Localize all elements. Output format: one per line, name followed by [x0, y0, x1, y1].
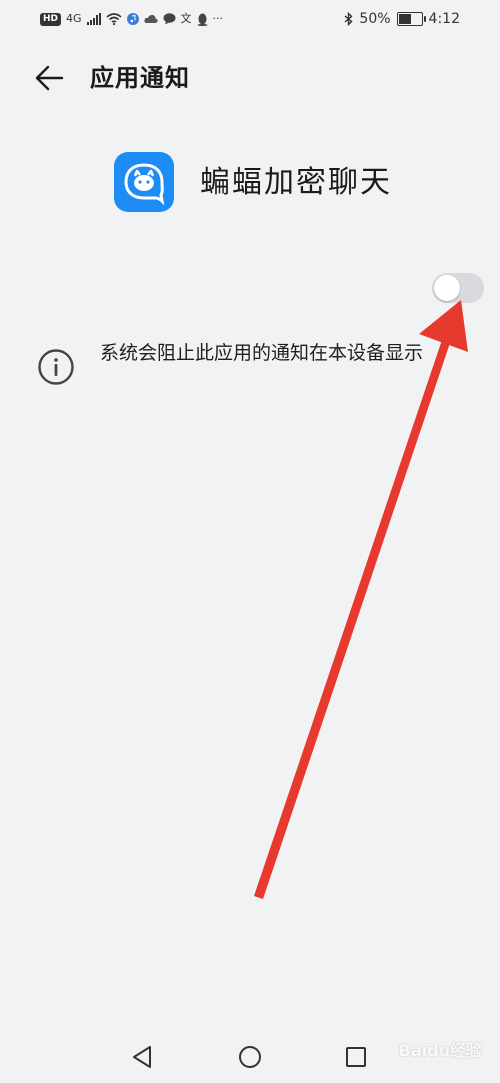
clock: 4:12: [428, 11, 460, 27]
status-bar: HD 4G 文 ··· 50% 4:12: [0, 0, 500, 38]
battery-icon: [396, 12, 426, 26]
cat-chat-bubble-icon: [124, 163, 165, 206]
status-bar-left: HD 4G 文 ···: [40, 9, 223, 29]
more-notifications-indicator: ···: [212, 12, 224, 25]
network-type-label: 4G: [66, 12, 82, 25]
back-button[interactable]: [30, 60, 70, 96]
status-bar-right: 50% 4:12: [344, 9, 460, 29]
chat-icon: [163, 13, 176, 25]
qq-penguin-icon: [197, 13, 208, 26]
page-title: 应用通知: [90, 64, 190, 92]
app-info-row: 蝙蝠加密聊天: [0, 150, 500, 214]
back-arrow-icon: [35, 65, 64, 91]
nav-home-button[interactable]: [235, 1042, 265, 1072]
hd-icon: HD: [40, 12, 62, 26]
nav-back-button[interactable]: [128, 1042, 158, 1072]
arrow-shaft: [254, 337, 451, 899]
app-icon: [114, 152, 174, 212]
wifi-icon: [106, 13, 122, 25]
app-name: 蝙蝠加密聊天: [200, 165, 392, 200]
text-icon: 文: [180, 12, 192, 25]
notification-toggle[interactable]: [432, 273, 484, 303]
cloud-icon: [143, 14, 158, 23]
circle-home-icon: [239, 1046, 261, 1068]
battery-level-fill: [398, 14, 411, 24]
watermark: Baidu经验: [398, 1041, 482, 1060]
toggle-knob: [434, 275, 460, 301]
battery-percentage: 50%: [359, 11, 391, 27]
info-message: 系统会阻止此应用的通知在本设备显示: [100, 342, 424, 364]
nav-recents-button[interactable]: [341, 1042, 371, 1072]
signal-icon: [86, 13, 101, 25]
header: 应用通知: [0, 52, 500, 104]
square-recents-icon: [346, 1047, 366, 1067]
info-row: 系统会阻止此应用的通知在本设备显示: [0, 340, 500, 400]
bluetooth-icon: [344, 12, 353, 26]
music-app-icon: [126, 13, 139, 25]
info-icon: [38, 349, 74, 385]
triangle-back-icon: [133, 1046, 151, 1068]
